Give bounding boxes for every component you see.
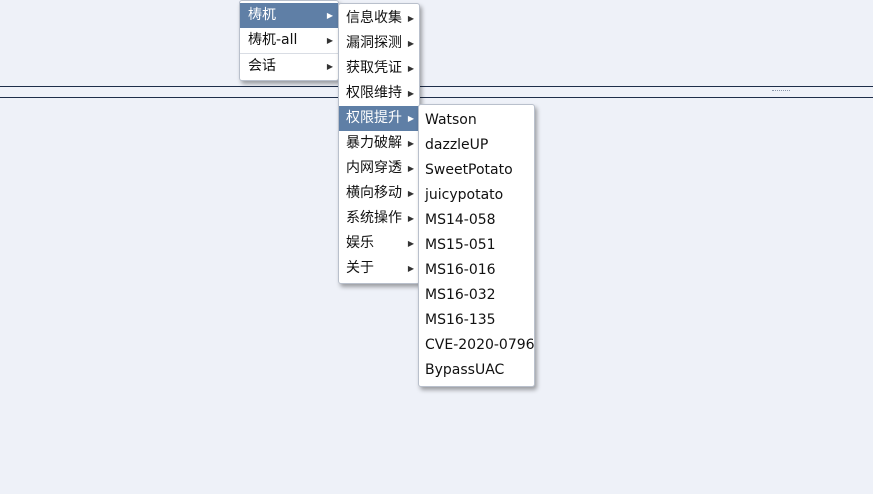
chevron-right-icon: ▶ xyxy=(407,39,414,48)
chevron-right-icon: ▶ xyxy=(326,62,333,71)
chevron-right-icon: ▶ xyxy=(326,11,333,20)
main-context-menu: 梼杌 ▶ 梼杌-all ▶ 会话 ▶ xyxy=(239,0,339,81)
menu-item-persistence[interactable]: 权限维持 ▶ xyxy=(339,81,419,106)
menu-item-dazzleup[interactable]: dazzleUP xyxy=(419,133,534,158)
menu-item-label: 暴力破解 xyxy=(346,135,402,151)
chevron-right-icon: ▶ xyxy=(407,89,414,98)
split-pane-handle[interactable] xyxy=(772,90,790,93)
chevron-right-icon: ▶ xyxy=(326,36,333,45)
menu-item-entertainment[interactable]: 娱乐 ▶ xyxy=(339,231,419,256)
menu-item-label: 会话 xyxy=(248,58,276,74)
chevron-right-icon: ▶ xyxy=(407,239,414,248)
pane-divider-bottom xyxy=(0,97,873,98)
menu-item-vuln-scan[interactable]: 漏洞探测 ▶ xyxy=(339,31,419,56)
chevron-right-icon: ▶ xyxy=(407,189,414,198)
menu-item-credentials[interactable]: 获取凭证 ▶ xyxy=(339,56,419,81)
menu-item-about[interactable]: 关于 ▶ xyxy=(339,256,419,281)
menu-item-label: 权限提升 xyxy=(346,110,402,126)
menu-item-bypassuac[interactable]: BypassUAC xyxy=(419,358,534,383)
menu-item-label: 娱乐 xyxy=(346,235,374,251)
menu-item-taowu-all[interactable]: 梼杌-all ▶ xyxy=(240,28,338,53)
menu-item-label: 系统操作 xyxy=(346,210,402,226)
menu-item-label: 漏洞探测 xyxy=(346,35,402,51)
menu-item-ms15-051[interactable]: MS15-051 xyxy=(419,233,534,258)
chevron-right-icon: ▶ xyxy=(407,114,414,123)
menu-item-sweetpotato[interactable]: SweetPotato xyxy=(419,158,534,183)
menu-item-ms16-135[interactable]: MS16-135 xyxy=(419,308,534,333)
menu-item-tunneling[interactable]: 内网穿透 ▶ xyxy=(339,156,419,181)
menu-item-watson[interactable]: Watson xyxy=(419,108,534,133)
chevron-right-icon: ▶ xyxy=(407,64,414,73)
menu-item-label: 关于 xyxy=(346,260,374,276)
menu-item-ms16-016[interactable]: MS16-016 xyxy=(419,258,534,283)
workspace: 梼杌 ▶ 梼杌-all ▶ 会话 ▶ 信息收集 ▶ 漏洞探测 ▶ 获取凭证 ▶ … xyxy=(0,0,873,494)
menu-item-label: 梼杌-all xyxy=(248,32,298,48)
menu-item-taowu[interactable]: 梼杌 ▶ xyxy=(240,3,338,28)
category-submenu: 信息收集 ▶ 漏洞探测 ▶ 获取凭证 ▶ 权限维持 ▶ 权限提升 ▶ 暴力破解 … xyxy=(338,3,420,284)
chevron-right-icon: ▶ xyxy=(407,139,414,148)
menu-item-info-gathering[interactable]: 信息收集 ▶ xyxy=(339,6,419,31)
menu-item-label: 权限维持 xyxy=(346,85,402,101)
menu-item-brute-force[interactable]: 暴力破解 ▶ xyxy=(339,131,419,156)
chevron-right-icon: ▶ xyxy=(407,264,414,273)
menu-item-juicypotato[interactable]: juicypotato xyxy=(419,183,534,208)
chevron-right-icon: ▶ xyxy=(407,14,414,23)
pane-divider-top xyxy=(0,86,873,87)
menu-item-privilege-escalation[interactable]: 权限提升 ▶ xyxy=(339,106,419,131)
menu-item-label: 获取凭证 xyxy=(346,60,402,76)
menu-item-label: 横向移动 xyxy=(346,185,402,201)
menu-item-label: 内网穿透 xyxy=(346,160,402,176)
menu-item-label: 梼杌 xyxy=(248,7,276,23)
menu-item-lateral-movement[interactable]: 横向移动 ▶ xyxy=(339,181,419,206)
chevron-right-icon: ▶ xyxy=(407,164,414,173)
menu-item-system-ops[interactable]: 系统操作 ▶ xyxy=(339,206,419,231)
menu-item-ms16-032[interactable]: MS16-032 xyxy=(419,283,534,308)
chevron-right-icon: ▶ xyxy=(407,214,414,223)
menu-item-ms14-058[interactable]: MS14-058 xyxy=(419,208,534,233)
menu-item-session[interactable]: 会话 ▶ xyxy=(240,53,338,78)
privilege-escalation-submenu: Watson dazzleUP SweetPotato juicypotato … xyxy=(418,104,535,387)
menu-item-cve-2020-0796[interactable]: CVE-2020-0796 xyxy=(419,333,535,358)
menu-item-label: 信息收集 xyxy=(346,10,402,26)
